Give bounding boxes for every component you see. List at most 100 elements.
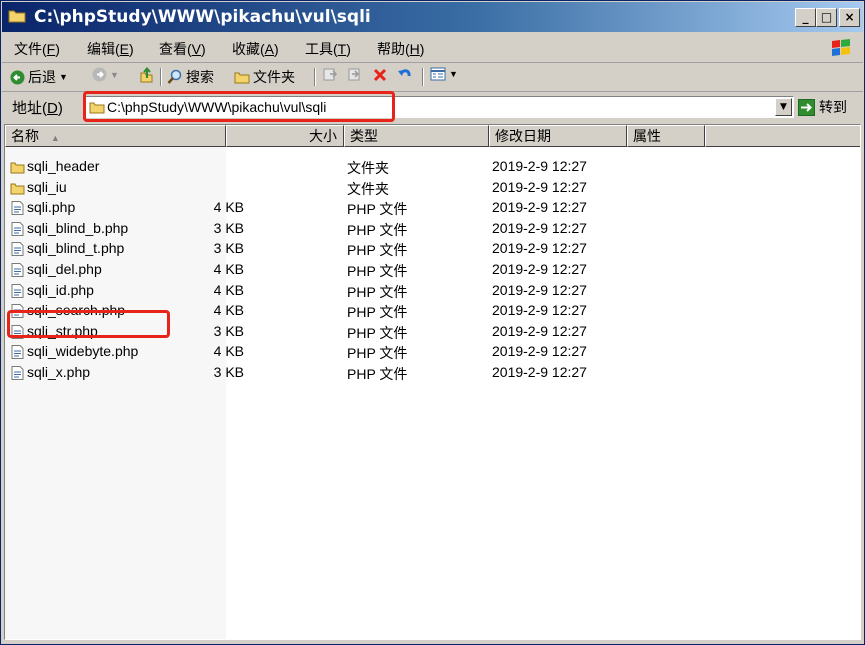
folder-icon <box>10 162 25 174</box>
folder-icon <box>8 10 26 23</box>
file-type: PHP 文件 <box>347 366 408 382</box>
file-name: sqli_widebyte.php <box>27 343 139 360</box>
search-button[interactable]: 搜索 <box>167 67 214 87</box>
delete-button[interactable] <box>372 67 388 83</box>
column-header-filler <box>705 125 860 147</box>
column-header-attributes[interactable]: 属性 <box>627 125 705 147</box>
explorer-window: C:\phpStudy\WWW\pikachu\vul\sqli _ □ × 文… <box>0 0 865 645</box>
file-type: PHP 文件 <box>347 242 408 259</box>
file-type: PHP 文件 <box>347 283 408 300</box>
forward-arrow-icon <box>92 67 107 82</box>
copy-to-button[interactable] <box>347 67 363 82</box>
file-name: sqli_del.php <box>27 261 102 277</box>
file-list[interactable]: 名称 ▲ 大小 类型 修改日期 属性 sqli_header 文件夹 2019-2-… <box>4 124 861 640</box>
file-row[interactable]: sqli_str.php 3 KB PHP 文件 2019-2-9 12:27 <box>5 322 860 342</box>
file-modified: 2019-2-9 12:27 <box>492 240 587 257</box>
views-button[interactable]: ▼ <box>430 67 458 81</box>
php-file-icon <box>11 366 24 380</box>
file-modified: 2019-2-9 12:27 <box>492 281 587 298</box>
file-row[interactable]: sqli_del.php 4 KB PHP 文件 2019-2-9 12:27 <box>5 260 860 280</box>
up-button[interactable] <box>139 67 154 83</box>
file-row[interactable]: sqli_blind_b.php 3 KB PHP 文件 2019-2-9 12:27 <box>5 219 860 239</box>
php-file-icon <box>11 201 24 216</box>
delete-x-icon <box>373 68 387 82</box>
views-icon <box>430 67 446 81</box>
move-to-button[interactable] <box>322 67 338 82</box>
column-header-modified[interactable]: 修改日期 <box>489 125 627 147</box>
file-row[interactable]: sqli_blind_t.php 3 KB PHP 文件 2019-2-9 12:27 <box>5 239 860 259</box>
menu-tools[interactable]: 工具(T) <box>305 39 351 59</box>
column-header-size[interactable]: 大小 <box>226 125 344 147</box>
file-modified: 2019-2-9 12:27 <box>492 219 587 236</box>
forward-button[interactable]: ▼ <box>92 67 119 82</box>
minimize-button[interactable]: _ <box>795 8 816 27</box>
column-header-name[interactable]: 名称 ▲ <box>5 125 226 147</box>
menu-view[interactable]: 查看(V) <box>159 39 206 59</box>
file-modified: 2019-2-9 12:27 <box>492 178 587 195</box>
toolbar-separator <box>422 68 424 86</box>
copy-to-icon <box>348 68 360 81</box>
address-value: C:\phpStudy\WWW\pikachu\vul\sqli <box>107 99 327 115</box>
folder-row[interactable]: sqli_iu 文件夹 2019-2-9 12:27 <box>5 178 860 198</box>
php-file-icon <box>11 304 24 319</box>
php-file-icon <box>11 324 24 339</box>
move-to-icon <box>323 68 338 81</box>
search-icon <box>167 69 182 84</box>
file-modified: 2019-2-9 12:27 <box>492 261 587 277</box>
undo-icon <box>398 69 411 77</box>
file-name: sqli_blind_b.php <box>27 219 129 236</box>
php-file-icon <box>11 283 24 298</box>
file-modified: 2019-2-9 12:27 <box>492 364 587 380</box>
undo-button[interactable] <box>397 67 413 83</box>
php-file-icon <box>11 345 24 360</box>
file-size: 4 KB <box>213 261 244 277</box>
back-dropdown-icon[interactable]: ▼ <box>59 72 68 82</box>
views-dropdown-icon[interactable]: ▼ <box>449 69 458 79</box>
file-row[interactable]: sqli.php 4 KB PHP 文件 2019-2-9 12:27 <box>5 198 860 218</box>
address-dropdown-button[interactable]: ▼ <box>775 98 792 116</box>
file-size: 4 KB <box>213 281 244 298</box>
back-button[interactable]: 后退 ▼ <box>10 67 68 87</box>
folder-row[interactable]: sqli_header 文件夹 2019-2-9 12:27 <box>5 157 860 177</box>
address-input[interactable]: C:\phpStudy\WWW\pikachu\vul\sqli ▼ <box>84 96 794 118</box>
file-type: PHP 文件 <box>347 345 408 362</box>
windows-logo-icon <box>832 39 850 56</box>
file-name: sqli_header <box>27 158 100 174</box>
file-row[interactable]: sqli_widebyte.php 4 KB PHP 文件 2019-2-9 12:2… <box>5 342 860 362</box>
file-row[interactable]: sqli_search.php 4 KB PHP 文件 2019-2-9 12:27 <box>5 301 860 321</box>
forward-dropdown-icon[interactable]: ▼ <box>110 70 119 80</box>
php-file-icon <box>11 221 24 236</box>
menu-bar: 文件(F) 编辑(E) 查看(V) 收藏(A) 工具(T) 帮助(H) <box>2 34 863 63</box>
file-size: 3 KB <box>213 364 244 380</box>
file-size: 4 KB <box>213 199 244 216</box>
menu-favorites[interactable]: 收藏(A) <box>232 39 279 59</box>
standard-toolbar: 后退 ▼ ▼ 搜索 文件夹 ▼ <box>2 63 863 92</box>
back-arrow-icon <box>10 70 25 84</box>
sort-ascending-icon: ▲ <box>50 133 60 143</box>
go-arrow-icon <box>798 98 815 116</box>
file-name: sqli.php <box>27 199 76 216</box>
address-bar: 地址(D) C:\phpStudy\WWW\pikachu\vul\sqli ▼… <box>2 92 863 122</box>
menu-edit[interactable]: 编辑(E) <box>87 39 134 59</box>
file-modified: 2019-2-9 12:27 <box>492 302 587 319</box>
file-size: 3 KB <box>213 322 244 339</box>
file-type: 文件夹 <box>347 160 389 176</box>
window-title: C:\phpStudy\WWW\pikachu\vul\sqli <box>34 7 371 27</box>
maximize-button[interactable]: □ <box>816 8 837 27</box>
go-button[interactable]: 转到 <box>798 97 847 117</box>
menu-help[interactable]: 帮助(H) <box>377 39 424 59</box>
file-type: PHP 文件 <box>347 201 408 218</box>
file-type: PHP 文件 <box>347 324 408 341</box>
file-modified: 2019-2-9 12:27 <box>492 343 587 360</box>
menu-file[interactable]: 文件(F) <box>14 39 60 59</box>
title-bar[interactable]: C:\phpStudy\WWW\pikachu\vul\sqli _ □ × <box>2 2 863 32</box>
file-name: sqli_iu <box>27 178 67 195</box>
folder-icon <box>89 102 105 114</box>
folders-button[interactable]: 文件夹 <box>234 67 295 87</box>
close-button[interactable]: × <box>839 8 860 27</box>
file-row[interactable]: sqli_x.php 3 KB PHP 文件 2019-2-9 12:27 <box>5 363 860 383</box>
file-modified: 2019-2-9 12:27 <box>492 322 587 339</box>
toolbar-separator <box>160 68 162 86</box>
file-row[interactable]: sqli_id.php 4 KB PHP 文件 2019-2-9 12:27 <box>5 281 860 301</box>
column-header-type[interactable]: 类型 <box>344 125 489 147</box>
